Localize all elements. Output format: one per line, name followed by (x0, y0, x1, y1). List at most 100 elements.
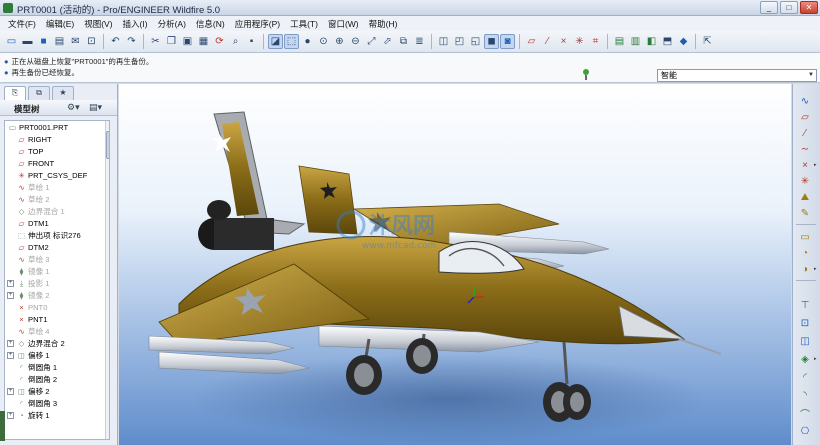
datum-plane-tool-icon[interactable]: ▱ (797, 110, 813, 124)
tree-item[interactable]: + ◫ 偏移 2 (7, 386, 50, 398)
print-icon[interactable]: ▤ (52, 34, 67, 49)
zoom-in-icon[interactable]: ⊕ (332, 34, 347, 49)
tree-item[interactable]: ▱ FRONT (17, 158, 55, 170)
chevron-right-icon[interactable]: ▸ (814, 266, 817, 272)
zoom-out-icon[interactable]: ⊖ (348, 34, 363, 49)
enhanced-realism-icon[interactable]: ◙ (500, 34, 515, 49)
tab-model-tree[interactable]: ⎘ (4, 86, 26, 100)
datum-axis-tool-icon[interactable]: ⁄ (797, 126, 813, 140)
expand-toggle-icon[interactable]: + (7, 292, 14, 299)
menu-applications[interactable]: 应用程序(P) (230, 18, 285, 30)
wireframe-icon[interactable]: ◫ (436, 34, 451, 49)
graphics-viewport[interactable]: 沐风网 www.mfcad.com (119, 84, 791, 445)
hole-tool-icon[interactable]: ⊤ (797, 298, 813, 312)
csys-tool-icon[interactable]: ✳ (797, 174, 813, 188)
mirror-tool-icon[interactable]: ⎔ (797, 424, 813, 438)
menu-window[interactable]: 窗口(W) (323, 18, 364, 30)
find-icon[interactable]: ⌕ (228, 34, 243, 49)
tree-item[interactable]: ◜ 倒圆角 1 (17, 362, 57, 374)
tree-show-icon[interactable]: ▤▾ (89, 102, 102, 113)
tree-item[interactable]: + ⧫ 镜像 2 (7, 290, 50, 302)
paste-icon[interactable]: ▣ (180, 34, 195, 49)
draft-tool-icon[interactable]: ◈ (797, 352, 813, 366)
expand-toggle-icon[interactable]: + (7, 412, 14, 419)
datum-display-icon[interactable]: ⬚ (284, 34, 299, 49)
tree-scroll-thumb[interactable] (106, 131, 109, 159)
shaded-icon[interactable]: ◼ (484, 34, 499, 49)
model-player-icon[interactable]: ▥ (628, 34, 643, 49)
regenerate-icon[interactable]: ⟳ (212, 34, 227, 49)
datum-points-icon[interactable]: × (556, 34, 571, 49)
datum-curve-tool-icon[interactable]: ∼ (797, 142, 813, 156)
send-mail-icon[interactable]: ✉ (68, 34, 83, 49)
rib-tool-icon[interactable]: ◫ (797, 334, 813, 348)
tree-item[interactable]: ▭ PRT0001.PRT (8, 122, 68, 134)
sweep-tool-icon[interactable]: ◑ (797, 262, 813, 276)
sketch-tool-icon[interactable]: ∿ (797, 94, 813, 108)
tree-scrollbar[interactable] (105, 121, 109, 439)
envelope-icon[interactable]: ⊡ (84, 34, 99, 49)
tree-item[interactable]: ▱ DTM2 (17, 242, 49, 254)
extrude-tool-icon[interactable]: ▭ (797, 230, 813, 244)
open-folder-icon[interactable]: ▬ (20, 34, 35, 49)
sketch-edit-tool-icon[interactable]: ✎ (797, 206, 813, 220)
pattern-tool-icon[interactable]: ⌒ (797, 406, 813, 421)
tree-item[interactable]: + ◫ 偏移 1 (7, 350, 50, 362)
tree-item[interactable]: ◜ 倒圆角 3 (17, 398, 57, 410)
datum-point-tool-icon[interactable]: × (797, 158, 813, 172)
panel-resize-grip[interactable] (0, 411, 5, 441)
saved-views-icon[interactable]: ⧉ (396, 34, 411, 49)
tree-item[interactable]: ▱ TOP (17, 146, 44, 158)
tree-settings-icon[interactable]: ⚙▾ (67, 102, 80, 113)
tree-item[interactable]: + ◇ 边界混合 2 (7, 338, 65, 350)
copy-icon[interactable]: ❐ (164, 34, 179, 49)
expand-toggle-icon[interactable]: + (7, 352, 14, 359)
tree-item[interactable]: ⧫ 镜像 1 (17, 266, 50, 278)
layers-icon[interactable]: ≣ (412, 34, 427, 49)
selection-filter-select[interactable]: 智能 ▼ (657, 69, 817, 82)
menu-tools[interactable]: 工具(T) (285, 18, 323, 30)
tab-folder-browser[interactable]: ⧉ (28, 86, 50, 100)
tree-item[interactable]: ▱ DTM1 (17, 218, 49, 230)
new-file-icon[interactable]: ▭ (4, 34, 19, 49)
paste-special-icon[interactable]: ▦ (196, 34, 211, 49)
undo-icon[interactable]: ↶ (108, 34, 123, 49)
round-tool-icon[interactable]: ◜ (797, 370, 813, 384)
chevron-right-icon[interactable]: ▸ (814, 356, 817, 362)
select-icon[interactable]: ▪ (244, 34, 259, 49)
tree-item[interactable]: × PNT1 (17, 314, 47, 326)
reorient-icon[interactable]: ⬀ (380, 34, 395, 49)
chevron-right-icon[interactable]: ▸ (814, 162, 817, 168)
shell-tool-icon[interactable]: ⊡ (797, 316, 813, 330)
expand-toggle-icon[interactable]: + (7, 340, 14, 347)
tree-item[interactable]: × PNT0 (17, 302, 47, 314)
tab-favorites[interactable]: ★ (52, 86, 74, 100)
tree-item[interactable]: ∿ 草绘 4 (17, 326, 49, 338)
menu-analysis[interactable]: 分析(A) (153, 18, 191, 30)
scene-icon[interactable]: ⬒ (660, 34, 675, 49)
menu-insert[interactable]: 插入(I) (118, 18, 153, 30)
tree-item[interactable]: ✳ PRT_CSYS_DEF (17, 170, 87, 182)
menu-view[interactable]: 视图(V) (79, 18, 117, 30)
expand-toggle-icon[interactable]: + (7, 388, 14, 395)
help-whats-this-icon[interactable]: ◆ (676, 34, 691, 49)
csys-display-icon[interactable]: ✳ (572, 34, 587, 49)
minimize-button[interactable]: _ (760, 1, 778, 14)
render-room-icon[interactable]: ◧ (644, 34, 659, 49)
analysis-tool-icon[interactable]: ⛰ (797, 190, 813, 204)
tree-item[interactable]: + ⤓ 投影 1 (7, 278, 50, 290)
save-icon[interactable]: ■ (36, 34, 51, 49)
datum-axes-icon[interactable]: ⁄ (540, 34, 555, 49)
tree-item[interactable]: ▱ RIGHT (17, 134, 52, 146)
menu-help[interactable]: 帮助(H) (364, 18, 403, 30)
cut-icon[interactable]: ✂ (148, 34, 163, 49)
tree-item[interactable]: ∿ 草绘 1 (17, 182, 49, 194)
close-button[interactable]: ✕ (800, 1, 818, 14)
tree-item[interactable]: + ◔ 旋转 1 (7, 410, 50, 422)
orient-icon[interactable]: ⊙ (316, 34, 331, 49)
context-help-icon[interactable]: ⇱ (700, 34, 715, 49)
datum-planes-icon[interactable]: ▱ (524, 34, 539, 49)
menu-file[interactable]: 文件(F) (3, 18, 41, 30)
refit-icon[interactable]: ⤢ (364, 34, 379, 49)
maximize-button[interactable]: □ (780, 1, 798, 14)
